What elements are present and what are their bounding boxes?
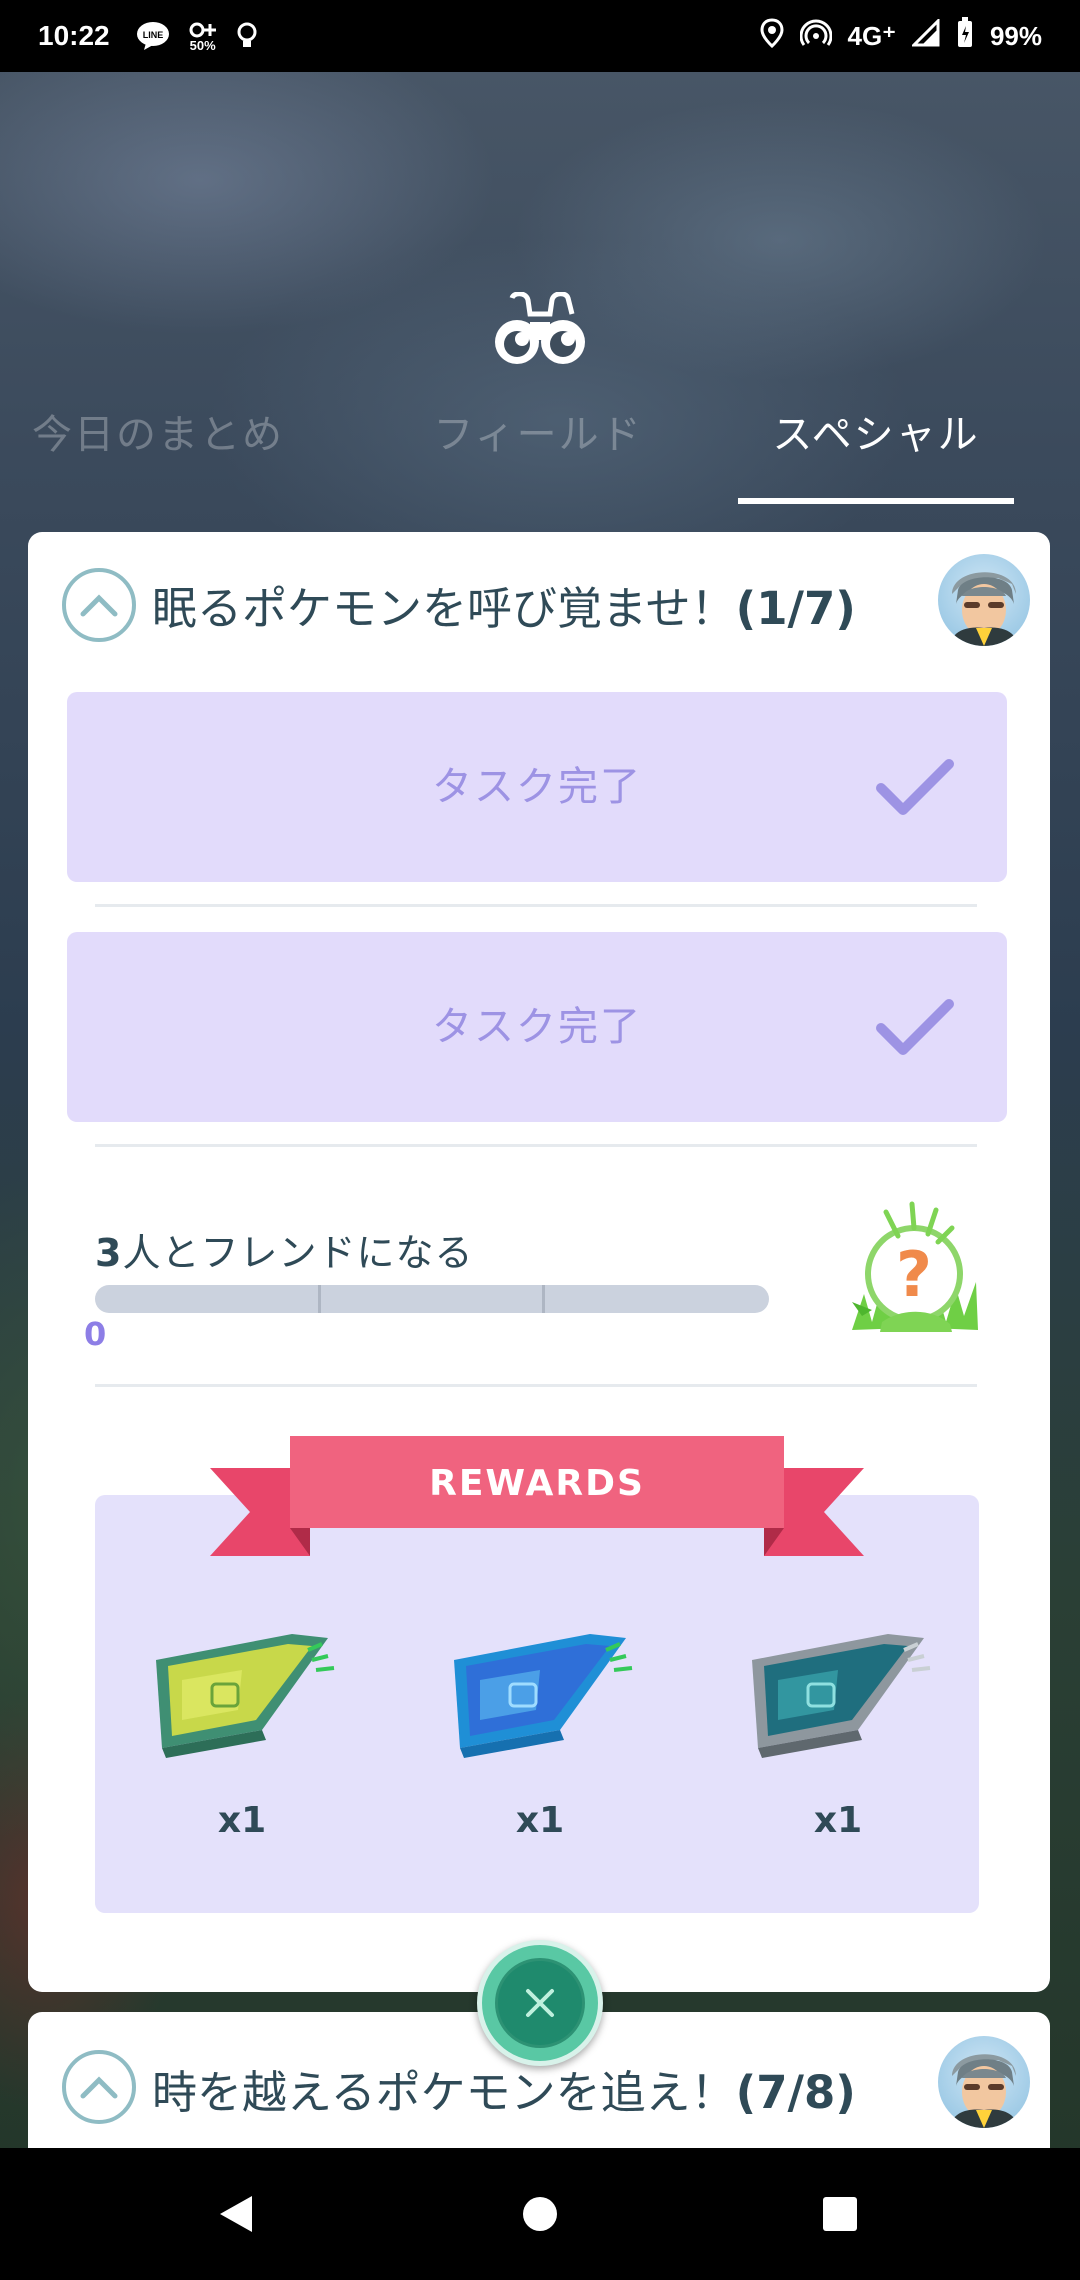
battery-percent: 99% bbox=[989, 20, 1042, 51]
professor-avatar-2 bbox=[938, 2036, 1030, 2128]
binoculars-icon bbox=[492, 291, 588, 372]
mystery-encounter-icon: ? bbox=[842, 1198, 990, 1338]
battery-icon bbox=[956, 16, 974, 56]
task-target-count: 3 bbox=[95, 1231, 123, 1275]
task-progress-bar bbox=[95, 1285, 769, 1313]
line-app-icon: LINE bbox=[136, 21, 170, 51]
location-icon bbox=[760, 17, 784, 55]
back-triangle-icon bbox=[220, 2196, 252, 2232]
task-description: 人とフレンドになる bbox=[122, 1231, 474, 1275]
current-task-title: 3人とフレンドになる bbox=[95, 1222, 473, 1277]
completed-task[interactable]: タスク完了 bbox=[67, 692, 1007, 882]
reward-quantity: x1 bbox=[813, 1800, 863, 1841]
lightbulb-icon bbox=[236, 21, 258, 51]
svg-text:?: ? bbox=[896, 1238, 932, 1311]
chevron-up-icon bbox=[80, 2076, 118, 2099]
tab-today[interactable]: 今日のまとめ bbox=[28, 400, 288, 470]
research-title-text: 眠るポケモンを呼び覚ませ！ bbox=[152, 582, 736, 635]
research-tabs: 今日のまとめ フィールド スペシャル bbox=[28, 400, 1052, 510]
reward-quantity: x1 bbox=[217, 1800, 267, 1841]
divider bbox=[95, 904, 977, 907]
research-title-text-2: 時を越えるポケモンを追え！ bbox=[152, 2066, 736, 2119]
silver-lure-module-icon bbox=[738, 1610, 938, 1790]
green-lure-module-icon bbox=[142, 1610, 342, 1790]
home-button[interactable] bbox=[510, 2184, 570, 2244]
status-bar: 10:22 LINE 50% 4G⁺ 99% bbox=[0, 0, 1080, 72]
research-title-2: 時を越えるポケモンを追え！(7/8) bbox=[152, 2056, 856, 2121]
network-type: 4G⁺ bbox=[847, 20, 896, 51]
progress-segment-divider bbox=[318, 1285, 321, 1313]
task-complete-label: タスク完了 bbox=[432, 1004, 642, 1050]
research-title: 眠るポケモンを呼び覚ませ！(1/7) bbox=[152, 572, 856, 637]
chevron-up-icon bbox=[80, 594, 118, 617]
recents-square-icon bbox=[823, 2197, 857, 2231]
system-nav-bar bbox=[0, 2148, 1080, 2280]
recents-button[interactable] bbox=[810, 2184, 870, 2244]
divider bbox=[95, 1144, 977, 1147]
tab-special[interactable]: スペシャル bbox=[738, 400, 1014, 470]
hotspot-icon bbox=[799, 18, 833, 55]
home-circle-icon bbox=[523, 2197, 557, 2231]
close-button[interactable] bbox=[477, 1940, 603, 2066]
data-saver-icon: 50% bbox=[188, 21, 218, 52]
tab-field[interactable]: フィールド bbox=[408, 400, 668, 470]
completed-task[interactable]: タスク完了 bbox=[67, 932, 1007, 1122]
collapse-button[interactable] bbox=[62, 568, 136, 642]
reward-quantity: x1 bbox=[515, 1800, 565, 1841]
blue-lure-module-icon bbox=[440, 1610, 640, 1790]
task-complete-label: タスク完了 bbox=[432, 764, 642, 810]
active-tab-indicator bbox=[738, 498, 1014, 504]
svg-text:LINE: LINE bbox=[142, 30, 163, 40]
progress-segment-divider bbox=[542, 1285, 545, 1313]
collapse-button-2[interactable] bbox=[62, 2050, 136, 2124]
professor-avatar bbox=[938, 554, 1030, 646]
rewards-title: REWARDS bbox=[429, 1463, 645, 1504]
back-button[interactable] bbox=[206, 2184, 266, 2244]
checkmark-icon bbox=[876, 999, 954, 1055]
status-time: 10:22 bbox=[38, 20, 110, 51]
checkmark-icon bbox=[876, 759, 954, 815]
research-step-count-2: (7/8) bbox=[735, 2066, 856, 2119]
task-progress-value: 0 bbox=[84, 1315, 107, 1353]
divider bbox=[95, 1384, 977, 1387]
signal-icon bbox=[910, 16, 940, 54]
close-icon bbox=[526, 1989, 554, 2017]
data-saver-percent: 50% bbox=[189, 37, 216, 53]
research-step-count: (1/7) bbox=[735, 582, 856, 635]
close-button-inner bbox=[495, 1958, 585, 2048]
